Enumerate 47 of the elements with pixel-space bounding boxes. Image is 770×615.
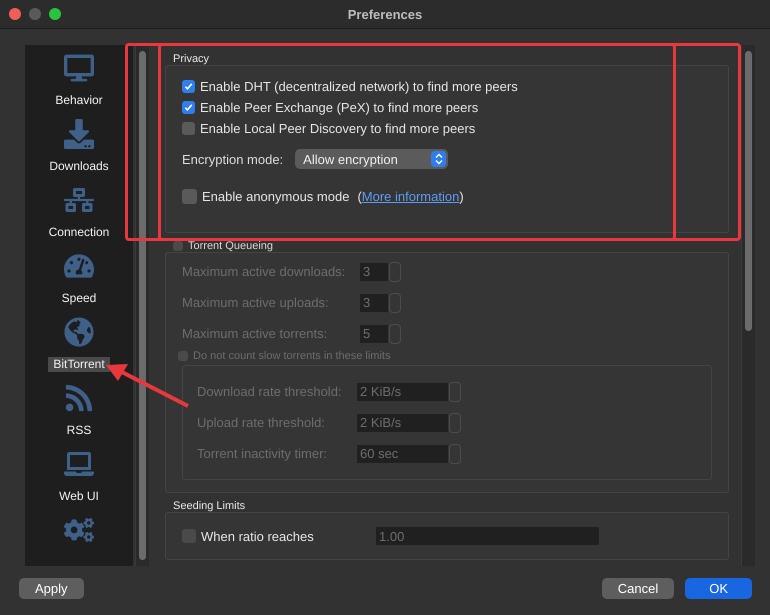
checkbox[interactable]: [182, 122, 195, 135]
dialog-button[interactable]: Apply: [19, 578, 84, 599]
chevrons-icon: [431, 151, 446, 167]
sidebar-item[interactable]: Behavior: [50, 93, 108, 108]
spinner-arrows[interactable]: [389, 262, 401, 282]
close-button[interactable]: [9, 8, 21, 20]
spinner-arrows[interactable]: [449, 382, 461, 402]
checkbox[interactable]: [182, 101, 195, 114]
group-title: Privacy: [173, 52, 210, 64]
sidebar-item[interactable]: BitTorrent: [48, 357, 110, 372]
laptop-icon: [64, 449, 94, 479]
checkbox[interactable]: [182, 80, 195, 93]
checkbox-label: Enable anonymous mode: [202, 188, 350, 204]
window-title: Preferences: [346, 6, 424, 22]
monitor-icon: [64, 53, 94, 83]
spinner-arrows[interactable]: [449, 412, 461, 432]
scrollbar[interactable]: [135, 45, 149, 566]
encryption-dropdown[interactable]: Allow encryption: [295, 149, 448, 169]
dialog-button[interactable]: Cancel: [602, 578, 674, 599]
zoom-button[interactable]: [49, 8, 61, 20]
gears-icon: [64, 515, 94, 545]
checkbox[interactable]: [182, 188, 197, 204]
field-label: Encryption mode:: [182, 152, 284, 166]
rss-icon: [64, 383, 94, 413]
group-title: Seeding Limits: [173, 500, 246, 512]
scrollbar[interactable]: [741, 45, 755, 566]
sidebar-item[interactable]: Downloads: [44, 159, 114, 174]
checkbox-label: Enable DHT (decentralized network) to find more peers: [200, 79, 518, 94]
more-information-link[interactable]: More information: [362, 188, 460, 204]
globe-icon: [64, 317, 94, 347]
dialog-button[interactable]: OK: [685, 578, 752, 599]
sidebar-item[interactable]: RSS: [62, 423, 96, 438]
parenthesis: (: [357, 188, 362, 204]
sidebar-item[interactable]: Connection: [44, 225, 114, 240]
checkbox-label: When ratio reaches: [201, 528, 315, 544]
group-title: Torrent Queueing: [188, 240, 273, 252]
spinner-arrows[interactable]: [449, 444, 461, 464]
sidebar-item[interactable]: Speed: [56, 291, 102, 306]
network-icon: [64, 185, 94, 215]
checkbox-label: Enable Local Peer Discovery to find more peers: [200, 121, 476, 136]
download-icon: [64, 119, 94, 149]
minimize-button[interactable]: [29, 8, 41, 20]
spinner-arrows[interactable]: [389, 292, 401, 312]
parenthesis: ): [459, 188, 464, 204]
checkbox-label: Enable Peer Exchange (PeX) to find more peers: [200, 100, 478, 115]
sidebar-item[interactable]: Web UI: [54, 489, 104, 504]
spinner-arrows[interactable]: [389, 324, 401, 344]
